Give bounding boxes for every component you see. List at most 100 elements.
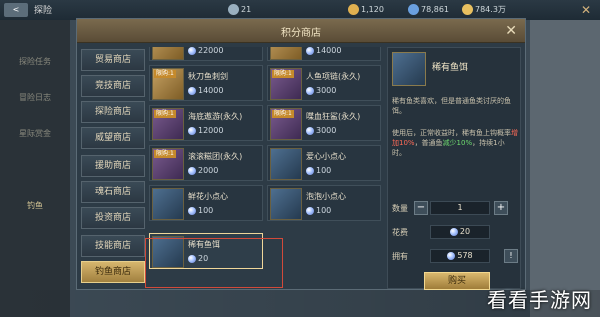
detail-item-name: 稀有鱼饵 <box>432 63 469 73</box>
gem-icon <box>306 126 314 135</box>
modal-title: 积分商店 <box>281 28 321 39</box>
owned-value: 578 <box>430 249 490 263</box>
item-price: 14000 <box>188 86 223 95</box>
highlight-frame <box>145 238 283 288</box>
shop-item[interactable]: 限购:1 滚滚糍团(永久) 2000 <box>149 145 263 181</box>
gem-icon <box>306 86 314 95</box>
resource-gold: 1,120 <box>348 3 384 17</box>
watermark-text: 看看手游网 <box>487 288 592 312</box>
tab-trade-shop[interactable]: 贸易商店 <box>81 49 145 71</box>
gem-icon <box>188 86 196 95</box>
purchase-limit-badge: 限购:1 <box>154 110 176 118</box>
tab-soulstone-shop[interactable]: 魂石商店 <box>81 181 145 203</box>
tab-fishing-shop[interactable]: 钓鱼商店 <box>81 261 145 283</box>
item-thumbnail <box>152 188 184 220</box>
shop-item[interactable]: 限购:1 秋刀鱼刺剑 14000 <box>149 65 263 101</box>
item-thumbnail: 限购:1 <box>270 108 302 140</box>
quantity-label: 数量 <box>392 204 408 213</box>
quantity-input[interactable]: 1 <box>430 201 490 215</box>
item-thumbnail <box>270 47 302 60</box>
gem-icon <box>188 47 196 55</box>
purchase-limit-badge: 限购:1 <box>272 70 294 78</box>
item-price: 12000 <box>188 126 223 135</box>
item-price: 2000 <box>188 166 218 175</box>
quantity-row: 数量 − 1 + <box>392 200 518 216</box>
gold-icon <box>348 4 359 15</box>
info-icon[interactable]: ! <box>504 249 518 263</box>
item-thumbnail: 限购:1 <box>270 68 302 100</box>
shop-item[interactable]: 限购:1 海底遨游(永久) 12000 <box>149 105 263 141</box>
shop-item[interactable]: 限购:1 喋血狂鲨(永久) 3000 <box>267 105 381 141</box>
background-panel-left: 探险任务 冒险日志 星际赏金 钓鱼 <box>0 20 70 317</box>
shop-item[interactable]: 限购:1 人鱼项链(永久) 3000 <box>267 65 381 101</box>
item-detail-panel: 稀有鱼饵 稀有鱼类喜欢，但是普通鱼类讨厌的鱼饵。 使用后，正常收益时，稀有鱼上钩… <box>387 47 521 290</box>
gem-icon <box>188 126 196 135</box>
item-name: 喋血狂鲨(永久) <box>306 112 361 121</box>
item-price: 3000 <box>306 126 336 135</box>
item-price: 3000 <box>306 86 336 95</box>
quantity-increase-button[interactable]: + <box>494 201 508 215</box>
background-label: 冒险日志 <box>19 93 51 102</box>
shop-item[interactable]: 爱心小点心 100 <box>267 145 381 181</box>
cost-value: 20 <box>430 225 490 239</box>
background-panel-right <box>530 20 600 317</box>
owned-row: 拥有 578 ! <box>392 248 518 264</box>
shop-item[interactable]: 14000 <box>267 47 381 61</box>
tab-invest-shop[interactable]: 投资商店 <box>81 207 145 229</box>
item-name: 滚滚糍团(永久) <box>188 152 243 161</box>
gem-icon <box>188 166 196 175</box>
item-name: 秋刀鱼刺剑 <box>188 72 228 81</box>
detail-description: 稀有鱼类喜欢，但是普通鱼类讨厌的鱼饵。 <box>392 97 511 115</box>
item-thumbnail: 限购:1 <box>152 68 184 100</box>
item-name: 爱心小点心 <box>306 152 346 161</box>
gem-icon <box>449 227 458 236</box>
background-label: 探险任务 <box>19 57 51 66</box>
resource-gem: 78,861 <box>408 3 449 17</box>
top-bar: < 探险 21 1,120 78,861 784.3万 ✕ <box>0 0 600 20</box>
background-label: 钓鱼 <box>27 201 43 210</box>
gem-icon <box>306 47 314 55</box>
buy-button[interactable]: 购买 <box>424 272 490 290</box>
close-icon[interactable]: ✕ <box>505 22 517 40</box>
item-thumbnail <box>152 47 184 60</box>
item-name: 人鱼项链(永久) <box>306 72 361 81</box>
tab-explore-shop[interactable]: 探险商店 <box>81 101 145 123</box>
tab-prestige-shop[interactable]: 威望商店 <box>81 127 145 149</box>
gem-icon <box>306 206 314 215</box>
shop-item[interactable]: 22000 <box>149 47 263 61</box>
points-shop-modal: 积分商店 ✕ 贸易商店 竞技商店 探险商店 威望商店 援助商店 魂石商店 投资商… <box>76 18 526 290</box>
item-price: 100 <box>306 166 331 175</box>
shop-item[interactable]: 泡泡小点心 100 <box>267 185 381 221</box>
item-price: 22000 <box>188 47 223 55</box>
detail-thumbnail <box>392 52 426 86</box>
back-button[interactable]: < <box>4 3 28 17</box>
energy-icon <box>228 4 239 15</box>
gem-icon <box>306 166 314 175</box>
page-title: 探险 <box>34 6 53 16</box>
tab-skill-shop[interactable]: 技能商店 <box>81 235 145 257</box>
purchase-limit-badge: 限购:1 <box>272 110 294 118</box>
item-name: 鲜花小点心 <box>188 192 228 201</box>
owned-label: 拥有 <box>392 252 408 261</box>
item-price: 100 <box>306 206 331 215</box>
item-thumbnail: 限购:1 <box>152 148 184 180</box>
item-thumbnail <box>270 188 302 220</box>
item-name: 泡泡小点心 <box>306 192 346 201</box>
detail-usage: 使用后，正常收益时，稀有鱼上钩概率增加10%，普通鱼减少10%，持续1小时。 <box>392 129 518 157</box>
coin-icon <box>462 4 473 15</box>
item-thumbnail <box>270 148 302 180</box>
background-label: 星际赏金 <box>19 129 51 138</box>
resource-coin: 784.3万 <box>462 3 506 17</box>
tab-arena-shop[interactable]: 竞技商店 <box>81 75 145 97</box>
purchase-limit-badge: 限购:1 <box>154 150 176 158</box>
cost-label: 花费 <box>392 228 408 237</box>
top-close-icon[interactable]: ✕ <box>578 2 594 18</box>
resource-energy: 21 <box>228 3 251 17</box>
gem-icon <box>447 251 456 260</box>
tab-aid-shop[interactable]: 援助商店 <box>81 155 145 177</box>
item-thumbnail: 限购:1 <box>152 108 184 140</box>
gem-icon <box>188 206 196 215</box>
quantity-decrease-button[interactable]: − <box>414 201 428 215</box>
shop-item[interactable]: 鲜花小点心 100 <box>149 185 263 221</box>
gem-icon <box>408 4 419 15</box>
